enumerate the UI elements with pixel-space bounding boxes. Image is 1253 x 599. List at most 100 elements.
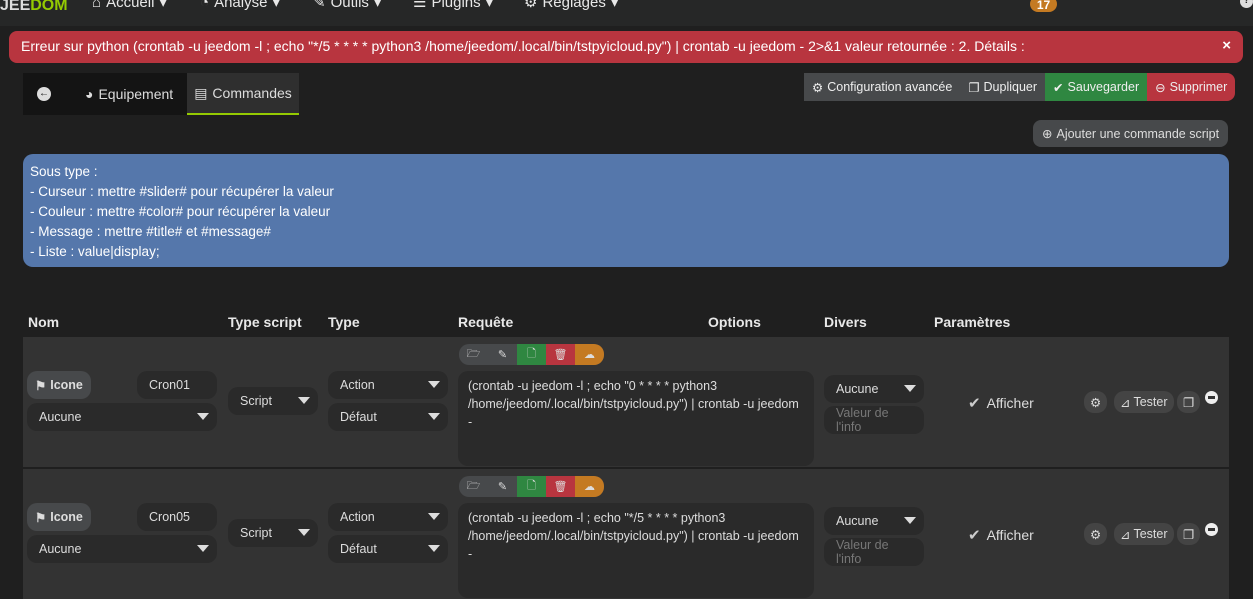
info-line: Sous type :	[30, 164, 98, 179]
nav-outils[interactable]: ✎ Outils ▾	[313, 0, 381, 11]
cloud-upload-icon[interactable]: ☁	[575, 476, 604, 497]
messages-badge[interactable]: 17	[1030, 0, 1057, 12]
error-alert: Erreur sur python (crontab -u jeedom -l …	[9, 31, 1243, 63]
caret-down-icon: ▾	[610, 0, 619, 11]
afficher-checkbox[interactable]: ✔ Afficher	[968, 394, 1034, 412]
back-button[interactable]: ←	[23, 73, 65, 115]
info-line: - Liste : value|display;	[30, 244, 160, 259]
type-select[interactable]: Action	[328, 503, 448, 531]
caret-down-icon	[428, 513, 440, 520]
request-tools: 🗁 ✎ 🗋 🗑 ☁	[459, 344, 604, 365]
help-icon[interactable]: ?	[1240, 0, 1253, 8]
divers-select[interactable]: Aucune	[824, 375, 924, 403]
header-nom: Nom	[28, 314, 60, 330]
caret-down-icon: ▾	[373, 0, 382, 11]
info-line: - Couleur : mettre #color# pour récupére…	[30, 204, 331, 219]
nav-reglages[interactable]: ⚙ Réglages ▾	[524, 0, 618, 11]
command-name-input[interactable]: Cron01	[137, 371, 217, 399]
type-select[interactable]: Action	[328, 371, 448, 399]
header-options: Options	[708, 314, 761, 330]
add-script-command-button[interactable]: ⊕ Ajouter une commande script	[1033, 120, 1229, 147]
command-row: ⚑ Icone Cron05 Aucune Script Action Défau…	[23, 469, 1229, 599]
folder-open-icon[interactable]: 🗁	[459, 476, 488, 497]
script-type-select[interactable]: Script	[228, 387, 318, 415]
dashboard-icon: ◕	[85, 86, 94, 102]
duplicate-button[interactable]: ❐ Dupliquer	[960, 73, 1046, 101]
tab-equipement[interactable]: ◕ Equipement	[65, 73, 187, 115]
trash-icon[interactable]: 🗑	[546, 476, 575, 497]
home-icon: ⌂	[92, 0, 102, 11]
header-divers: Divers	[824, 314, 867, 330]
caret-down-icon	[428, 381, 440, 388]
tab-commandes[interactable]: ▤ Commandes	[187, 73, 299, 115]
duplicate-command-button[interactable]: ❐	[1177, 391, 1201, 413]
caret-down-icon: ▾	[159, 0, 167, 11]
remove-command-icon[interactable]	[1205, 391, 1218, 404]
info-value-input[interactable]: Valeur de l'info	[824, 406, 924, 434]
choose-icon-button[interactable]: ⚑ Icone	[27, 371, 91, 399]
caret-down-icon	[298, 397, 310, 404]
cogs-icon: ⚙	[1090, 527, 1102, 542]
flag-icon: ⚑	[35, 378, 47, 393]
plus-circle-icon: ⊕	[1042, 127, 1053, 141]
folder-open-icon[interactable]: 🗁	[459, 344, 488, 365]
info-line: - Message : mettre #title# et #message#	[30, 224, 271, 239]
request-textarea[interactable]: (crontab -u jeedom -l ; echo "*/5 * * * …	[458, 503, 814, 598]
caret-down-icon: ▾	[272, 0, 280, 11]
save-button[interactable]: ✔ Sauvegarder	[1045, 73, 1148, 101]
copy-icon: ❐	[1183, 395, 1195, 410]
config-button[interactable]: ⚙	[1084, 391, 1108, 413]
rss-icon: ⊿	[1120, 527, 1131, 542]
duplicate-command-button[interactable]: ❐	[1177, 523, 1201, 545]
top-navbar: JEEDOM ⌂ Accueil ▾ ◔ Analyse ▾ ✎ Outils ▾ ☰ Plu…	[0, 0, 1253, 26]
test-button[interactable]: ⊿ Tester	[1114, 523, 1174, 545]
close-icon[interactable]: ×	[1222, 37, 1231, 54]
edit-icon[interactable]: ✎	[488, 476, 517, 497]
divers-select[interactable]: Aucune	[824, 507, 924, 535]
table-list-icon: ▤	[194, 84, 208, 101]
flag-icon: ⚑	[35, 510, 47, 525]
caret-down-icon	[197, 413, 209, 420]
nav-accueil[interactable]: ⌂ Accueil ▾	[92, 0, 167, 11]
config-button[interactable]: ⚙	[1084, 523, 1108, 545]
arrow-circle-left-icon: ←	[37, 87, 51, 101]
request-textarea[interactable]: (crontab -u jeedom -l ; echo "0 * * * * …	[458, 371, 814, 466]
info-line: - Curseur : mettre #slider# pour récupér…	[30, 184, 334, 199]
caret-down-icon	[298, 529, 310, 536]
command-row: ⚑ Icone Cron01 Aucune Script Action Défau…	[23, 337, 1229, 467]
minus-circle-icon: ⊖	[1155, 80, 1166, 95]
icon-select[interactable]: Aucune	[27, 403, 217, 431]
analyse-icon: ◔	[200, 0, 210, 11]
request-tools: 🗁 ✎ 🗋 🗑 ☁	[459, 476, 604, 497]
remove-command-icon[interactable]	[1205, 523, 1218, 536]
checkmark-icon: ✔	[968, 527, 981, 544]
nav-plugins[interactable]: ☰ Plugins ▾	[413, 0, 493, 11]
new-file-icon[interactable]: 🗋	[517, 476, 546, 497]
edit-icon[interactable]: ✎	[488, 344, 517, 365]
test-button[interactable]: ⊿ Tester	[1114, 391, 1174, 413]
rss-icon: ⊿	[1120, 395, 1131, 410]
info-value-input[interactable]: Valeur de l'info	[824, 538, 924, 566]
choose-icon-button[interactable]: ⚑ Icone	[27, 503, 91, 531]
header-requete: Requête	[458, 314, 514, 330]
header-type: Type	[328, 314, 360, 330]
advanced-config-button[interactable]: ⚙ Configuration avancée	[804, 73, 961, 101]
nav-analyse[interactable]: ◔ Analyse ▾	[200, 0, 280, 11]
wrench-icon: ✎	[313, 0, 326, 11]
jeedom-logo[interactable]: JEEDOM	[0, 0, 68, 15]
copy-icon: ❐	[1183, 527, 1195, 542]
header-parametres: Paramètres	[934, 314, 1011, 330]
subtype-select[interactable]: Défaut	[328, 403, 448, 431]
caret-down-icon: ▾	[485, 0, 494, 11]
afficher-checkbox[interactable]: ✔ Afficher	[968, 526, 1034, 544]
new-file-icon[interactable]: 🗋	[517, 344, 546, 365]
script-type-select[interactable]: Script	[228, 519, 318, 547]
tabs: ← ◕ Equipement ▤ Commandes	[23, 73, 299, 115]
header-type-script: Type script	[228, 314, 302, 330]
command-name-input[interactable]: Cron05	[137, 503, 217, 531]
cloud-upload-icon[interactable]: ☁	[575, 344, 604, 365]
caret-down-icon	[904, 517, 916, 524]
delete-button[interactable]: ⊖ Supprimer	[1147, 73, 1236, 101]
trash-icon[interactable]: 🗑	[546, 344, 575, 365]
checkmark-icon: ✔	[968, 395, 981, 412]
